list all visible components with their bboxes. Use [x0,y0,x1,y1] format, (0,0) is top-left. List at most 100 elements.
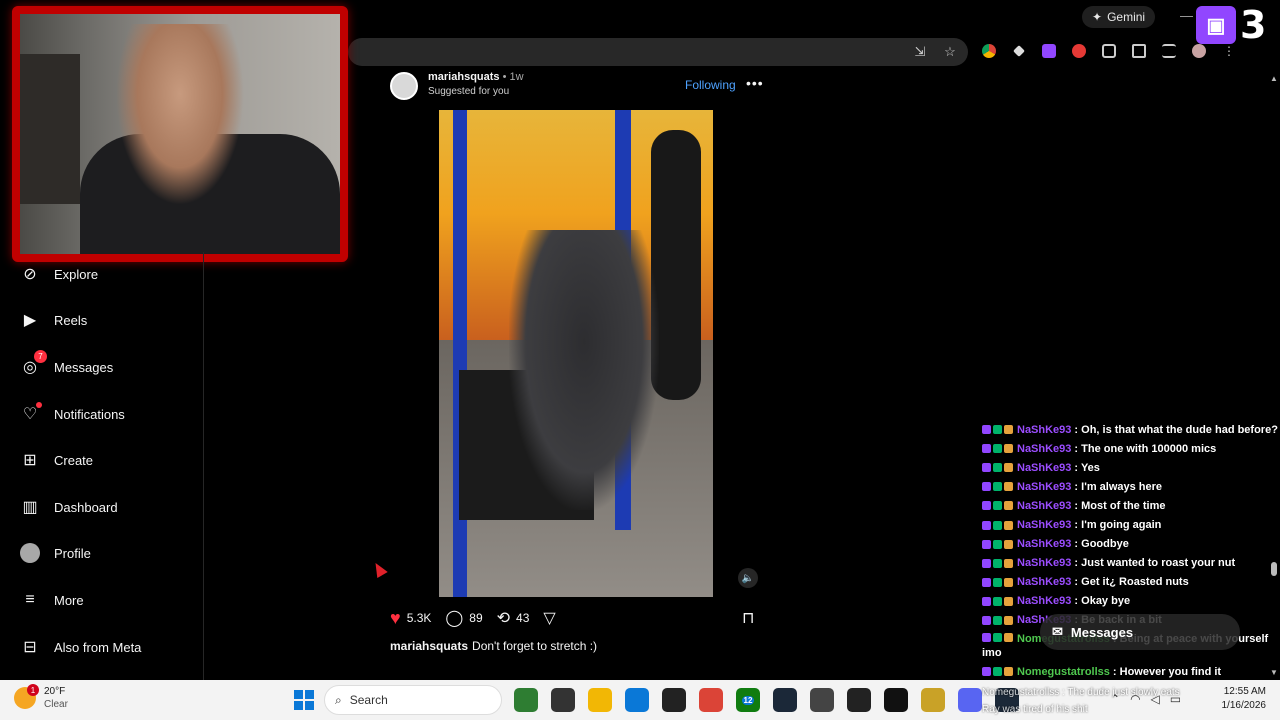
share-button[interactable]: ▽ [543,608,555,628]
diamond-icon[interactable] [1013,45,1025,57]
sidebar-item-also-from-meta[interactable]: ⊟ Also from Meta [20,635,141,659]
chili-icon[interactable] [514,688,538,712]
video-person [509,230,659,510]
sidebar-item-create[interactable]: ⊞ Create [20,448,93,472]
chat-text: : I'm going again [1074,519,1162,532]
sidebar-item-notifications[interactable]: ♡ Notifications [20,402,125,426]
badge-icon [982,501,991,511]
following-button[interactable]: Following [685,78,736,92]
profile-icon[interactable] [1192,44,1206,58]
sidebar-item-messages[interactable]: ◎ 7 Messages [20,350,113,379]
webcam-shelf [20,54,80,204]
more-options-icon[interactable]: ••• [746,75,764,91]
star-icon[interactable]: ☆ [942,44,958,60]
sidebar-item-profile[interactable]: Profile [20,541,91,565]
sidebar-item-explore[interactable]: ⊘ Explore [20,262,98,286]
badge-icon [1004,558,1013,568]
chat-username[interactable]: NaShKe93 [1017,424,1071,436]
discord-icon[interactable] [958,688,982,712]
reel-video[interactable] [439,110,713,597]
badge-icon [1004,633,1013,643]
post-avatar[interactable] [390,72,418,100]
webcam-person-face [105,24,255,224]
sidebar-item-dashboard[interactable]: ▥ Dashboard [20,495,117,519]
chat-text: : Okay bye [1074,595,1131,608]
minimize-icon[interactable]: — [1180,8,1193,23]
chat-username[interactable]: NaShKe93 [1017,500,1071,512]
install-app-icon[interactable]: ⇲ [912,44,928,60]
reading-list-icon[interactable] [1162,44,1176,58]
chat-badges [982,444,1013,454]
badge-icon [993,633,1002,643]
post-header: mariahsquats • 1w Suggested for you Foll… [390,70,770,100]
sidebar-item-more[interactable]: ≡ More [20,588,83,612]
chat-text: : Yes [1074,461,1100,474]
chat-message: NaShKe93: I'm always here [982,477,1272,496]
chat-text: : I'm always here [1074,480,1163,493]
caption-username[interactable]: mariahsquats [390,639,468,653]
taskbar-clock[interactable]: 12:55 AM 1/16/2026 [1210,685,1267,713]
messages-pill-label: Messages [1070,624,1134,640]
chat-badges [982,558,1013,568]
chat-username[interactable]: NaShKe93 [1017,519,1071,531]
chat-badges [982,520,1013,530]
gemini-button[interactable]: ✦ Gemini [1082,6,1156,28]
badge-icon [1004,539,1013,549]
r-app-icon[interactable] [921,688,945,712]
chrome-logo-icon[interactable] [982,44,996,58]
windows-start-icon[interactable] [294,690,314,710]
chat-message: NaShKe93: Most of the time [982,496,1272,515]
chat-username[interactable]: NaShKe93 [1017,557,1071,569]
chat-username[interactable]: NaShKe93 [1017,595,1071,607]
tz-icon[interactable] [847,688,871,712]
comment-button[interactable]: ◯ 89 [445,608,482,628]
puzzle-icon[interactable] [1102,44,1116,58]
chat-username[interactable]: Nomegustatrollss [1017,666,1110,678]
chrome-icon[interactable] [699,688,723,712]
bookmark-icon[interactable]: ⊓ [742,608,754,628]
badge-icon [1004,615,1013,625]
chat-username[interactable]: NaShKe93 [1017,443,1071,455]
steam-icon[interactable] [773,688,797,712]
menu-icon[interactable]: ⋮ [1222,44,1236,58]
post-username-row: mariahsquats • 1w [428,71,524,83]
red-ext-icon[interactable] [1072,44,1086,58]
gemini-label: Gemini [1107,10,1146,24]
scroll-up-icon[interactable]: ▲ [1270,74,1278,83]
chat-username[interactable]: NaShKe93 [1017,576,1071,588]
toolbar-icons: ⇲ ☆ [912,44,958,60]
epic-icon[interactable] [884,688,908,712]
twitch-number: 3 [1240,3,1267,47]
twitch-ext-icon[interactable] [1042,44,1056,58]
weather-widget[interactable]: 1 20°F Clear [14,684,68,711]
weather-temp: 20°F [44,686,66,697]
taskbar-search[interactable]: ⌕ Search [324,685,502,715]
file-icon[interactable] [551,688,575,712]
notification-dot [36,402,42,408]
chat-badges [982,425,1013,435]
folder-icon[interactable] [588,688,612,712]
repost-button[interactable]: ⟲ 43 [497,608,530,628]
messages-badge: 7 [34,350,47,363]
messages-pill[interactable]: ✉ Messages [1040,614,1240,650]
like-button[interactable]: ♥ 5.3K [390,608,431,629]
sidebar-item-reels[interactable]: ▶ Reels [20,308,87,332]
obs-icon[interactable] [662,688,686,712]
store-icon[interactable] [625,688,649,712]
badge-icon [993,463,1002,473]
mute-icon[interactable]: 🔈 [738,568,758,588]
badge-icon [1004,463,1013,473]
badge-icon [993,558,1002,568]
chat-username[interactable]: NaShKe93 [1017,462,1071,474]
badge-icon [982,667,991,677]
address-bar[interactable] [348,38,968,66]
chat-username[interactable]: NaShKe93 [1017,481,1071,493]
post-username[interactable]: mariahsquats [428,71,500,83]
xbox-icon[interactable]: 12 [736,688,760,712]
badge-icon [993,520,1002,530]
circle-app-icon[interactable] [810,688,834,712]
post-media[interactable]: 🔈 [381,110,770,597]
tab-search-icon[interactable] [1132,44,1146,58]
chat-username[interactable]: NaShKe93 [1017,538,1071,550]
chat-message: NaShKe93: I'm going again [982,515,1272,534]
